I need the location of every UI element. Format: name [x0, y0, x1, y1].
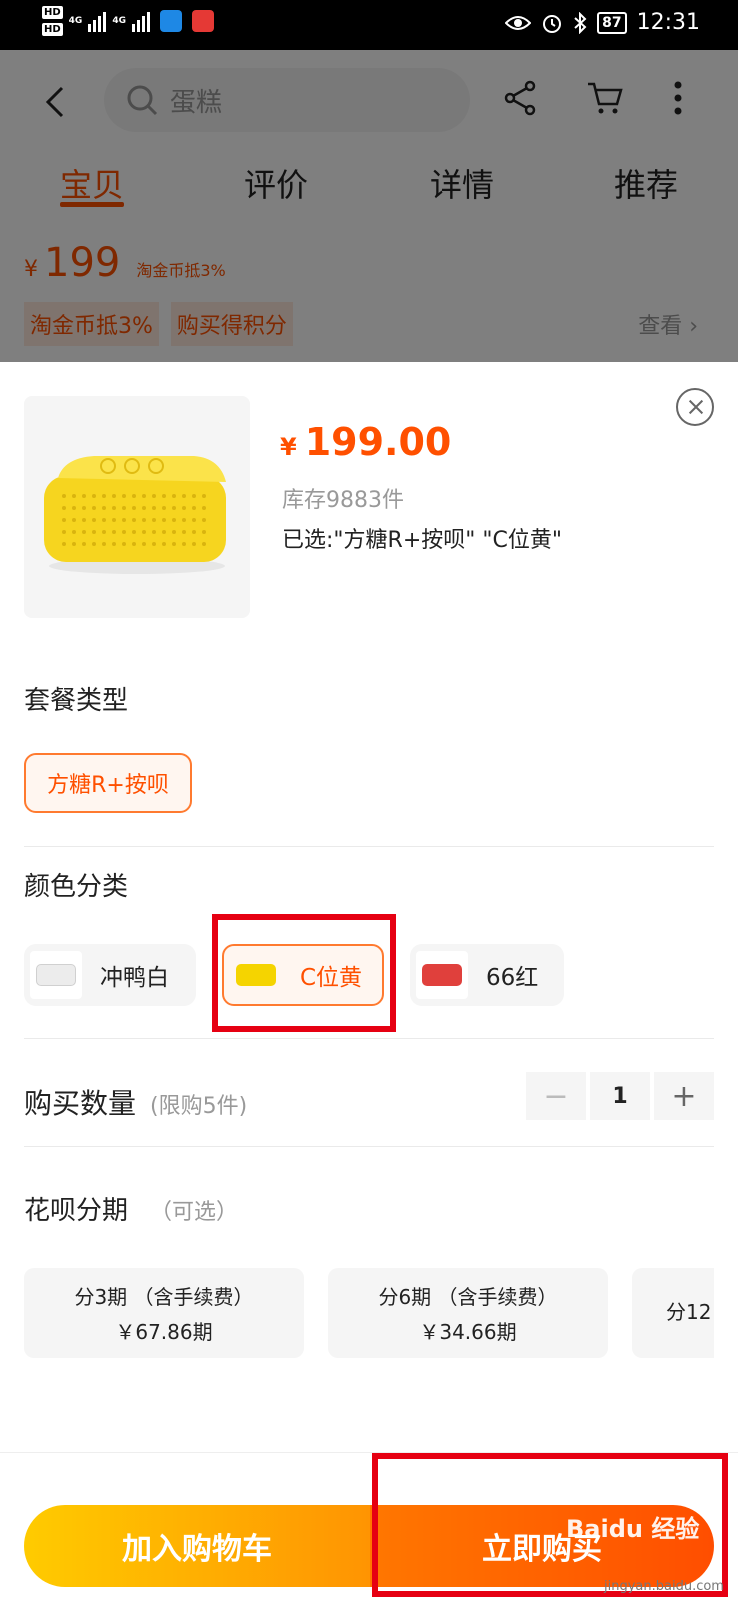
hd-icon: HD [42, 6, 63, 19]
plan-term: 分3期 （含手续费） [74, 1285, 254, 1309]
speaker-image [44, 456, 226, 574]
signal-icon [131, 10, 150, 32]
selected-options-summary: 已选:"方糖R+按呗" "C位黄" [282, 528, 562, 553]
network-type-label: 4G [68, 16, 83, 26]
selected-price: ¥ 199.00 [280, 420, 451, 464]
increase-button[interactable]: + [654, 1072, 714, 1120]
eye-icon [505, 15, 532, 30]
product-image [24, 396, 250, 618]
installment-options: 分3期 （含手续费） ￥67.86期 分6期 （含手续费） ￥34.66期 分1… [24, 1268, 714, 1360]
plan-amount: ￥67.86期 [115, 1320, 213, 1344]
hd-icon: HD [42, 23, 63, 36]
status-left: HD HD 4G 4G [42, 6, 214, 36]
status-bar: HD HD 4G 4G 87 12:31 [0, 0, 738, 50]
app-notification-icon [191, 10, 214, 32]
installment-optional-label: （可选） [150, 1200, 239, 1225]
hd-indicators: HD HD [42, 6, 63, 36]
status-right: 87 12:31 [505, 10, 700, 35]
price-value: 199.00 [304, 420, 452, 464]
watermark-logo: Baidu 经验 [566, 1515, 700, 1543]
plan-term: 分12 [666, 1299, 712, 1324]
signal-icon [88, 10, 107, 32]
decrease-button[interactable]: − [526, 1072, 586, 1120]
sku-selection-sheet: ¥ 199.00 库存9883件 已选:"方糖R+按呗" "C位黄" 套餐类型 … [0, 362, 738, 1600]
bluetooth-icon [574, 11, 587, 34]
quantity-stepper: − 1 + [526, 1072, 714, 1120]
installment-plan-12[interactable]: 分12 [632, 1268, 714, 1358]
installment-plan-3[interactable]: 分3期 （含手续费） ￥67.86期 [24, 1268, 304, 1358]
color-category-title: 颜色分类 [24, 872, 129, 902]
installment-plan-6[interactable]: 分6期 （含手续费） ￥34.66期 [328, 1268, 608, 1358]
color-thumbnail [416, 951, 468, 999]
watermark-url: jingyan.baidu.com [604, 1579, 724, 1594]
divider [24, 846, 714, 847]
battery-indicator: 87 [597, 11, 627, 34]
plan-term: 分6期 （含手续费） [378, 1285, 558, 1309]
dim-overlay[interactable] [0, 50, 738, 362]
clock: 12:31 [636, 10, 700, 35]
color-option-label: 66红 [486, 965, 539, 991]
bottom-action-bar: 加入购物车 立即购买 Baidu 经验 jingyan.baidu.com [0, 1452, 738, 1600]
annotation-highlight-box [212, 914, 396, 1032]
installment-title: 花呗分期 [24, 1196, 129, 1226]
color-thumbnail [30, 951, 82, 999]
divider [24, 1146, 714, 1147]
currency-symbol: ¥ [280, 433, 297, 461]
close-icon[interactable] [676, 388, 714, 426]
add-to-cart-button[interactable]: 加入购物车 [24, 1505, 370, 1587]
color-option-white[interactable]: 冲鸭白 [24, 944, 196, 1006]
quantity-label: 购买数量 [24, 1087, 137, 1120]
alarm-icon [543, 14, 562, 33]
package-type-title: 套餐类型 [24, 686, 129, 716]
quantity-limit: (限购5件) [150, 1094, 248, 1119]
plan-amount: ￥34.66期 [419, 1320, 517, 1344]
network-type-label: 4G [112, 16, 126, 26]
divider [24, 1038, 714, 1039]
package-option-selected[interactable]: 方糖R+按呗 [24, 753, 192, 813]
stock-count: 库存9883件 [282, 488, 404, 513]
quantity-value[interactable]: 1 [590, 1072, 650, 1120]
color-option-red[interactable]: 66红 [410, 944, 564, 1006]
color-option-label: 冲鸭白 [100, 965, 169, 991]
app-notification-icon [159, 10, 182, 32]
